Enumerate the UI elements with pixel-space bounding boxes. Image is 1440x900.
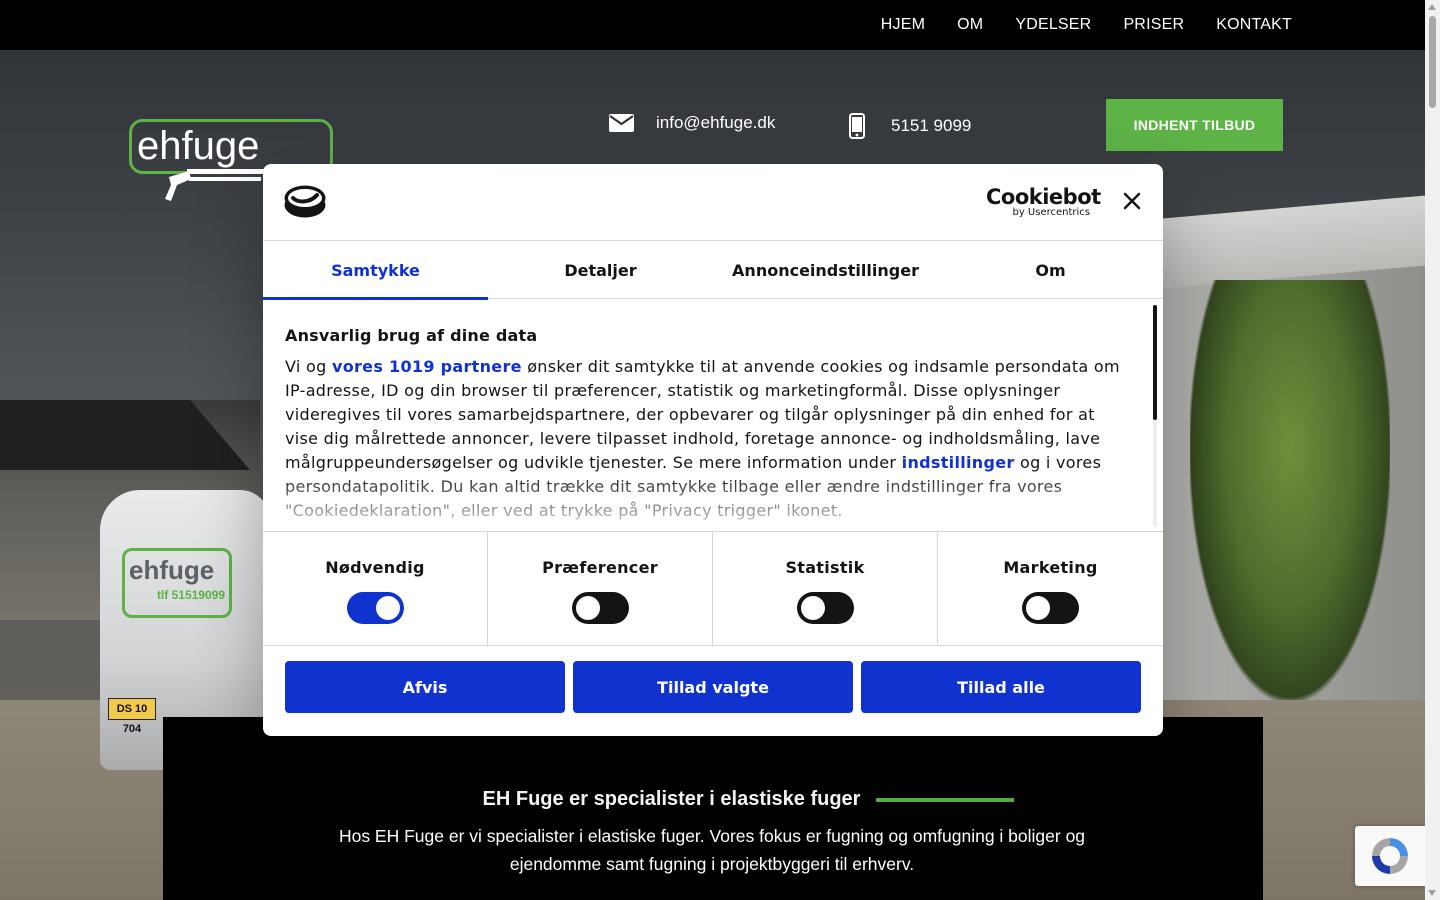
- van-license-plate: DS 10 704: [108, 698, 156, 735]
- toggle-group-statistik: Statistik: [713, 532, 938, 645]
- toggle-label-nodvendig: Nødvendig: [325, 558, 425, 577]
- top-navbar: HJEM OM YDELSER PRISER KONTAKT: [0, 0, 1425, 50]
- toggle-group-marketing: Marketing: [938, 532, 1163, 645]
- nav-item-kontakt[interactable]: KONTAKT: [1216, 16, 1292, 34]
- nav-item-priser[interactable]: PRISER: [1123, 16, 1184, 34]
- info-text: Hos EH Fuge er vi specialister i elastis…: [338, 826, 1086, 874]
- cookiebot-brand[interactable]: Cookiebot by Usercentrics: [986, 185, 1101, 218]
- toggle-label-marketing: Marketing: [1003, 558, 1098, 577]
- cookie-dialog-header: Cookiebot by Usercentrics: [263, 164, 1163, 241]
- cookiebot-brand-name: Cookiebot: [986, 185, 1101, 209]
- toggle-praeferencer[interactable]: [571, 592, 629, 624]
- partners-link[interactable]: vores 1019 partnere: [332, 357, 522, 376]
- van-logo: ehfuge tlf 51519099: [122, 548, 232, 618]
- scroll-down-arrow[interactable]: [1428, 890, 1436, 896]
- envelope-icon: [609, 114, 634, 132]
- nav-item-hjem[interactable]: HJEM: [881, 16, 925, 34]
- cookie-body-part-1: Vi og: [285, 357, 332, 376]
- cookie-category-toggles: Nødvendig Præferencer Statistik Marketin…: [263, 531, 1163, 646]
- recaptcha-badge[interactable]: [1355, 826, 1425, 886]
- phone-text: 5151 9099: [891, 116, 972, 135]
- nav-item-om[interactable]: OM: [957, 16, 983, 34]
- tab-om[interactable]: Om: [938, 241, 1163, 299]
- email-text: info@ehfuge.dk: [656, 113, 776, 132]
- text-fade-overlay: [263, 471, 1143, 531]
- toggle-label-statistik: Statistik: [785, 558, 865, 577]
- toggle-group-praeferencer: Præferencer: [488, 532, 713, 645]
- toggle-nodvendig[interactable]: [346, 592, 404, 624]
- cookie-heading: Ansvarlig brug af dine data: [285, 326, 538, 345]
- contact-email[interactable]: info@ehfuge.dk: [609, 113, 775, 133]
- cookie-text-scrollbar[interactable]: [1153, 305, 1157, 527]
- house-roof: [0, 400, 250, 470]
- cookie-tabs: Samtykke Detaljer Annonceindstillinger O…: [263, 241, 1163, 300]
- logo-text: ehfuge: [137, 124, 259, 168]
- toggle-knob: [1026, 596, 1050, 620]
- cookie-description: Ansvarlig brug af dine data Vi og vores …: [263, 300, 1163, 531]
- scroll-up-arrow[interactable]: [1428, 4, 1436, 10]
- scroll-thumb[interactable]: [1429, 16, 1436, 108]
- info-title: EH Fuge er specialister i elastiske fuge…: [482, 788, 861, 810]
- tab-detaljer[interactable]: Detaljer: [488, 241, 713, 299]
- cookie-action-buttons: Afvis Tillad valgte Tillad alle: [285, 661, 1141, 713]
- cookie-brand-logo-icon: [284, 185, 326, 218]
- reject-button[interactable]: Afvis: [285, 661, 565, 713]
- toggle-label-praeferencer: Præferencer: [542, 558, 658, 577]
- allow-selected-button[interactable]: Tillad valgte: [573, 661, 853, 713]
- tab-annonceindstillinger[interactable]: Annonceindstillinger: [713, 241, 938, 299]
- tree-background: [1190, 280, 1390, 700]
- toggle-group-nodvendig: Nødvendig: [263, 532, 488, 645]
- settings-link[interactable]: indstillinger: [902, 453, 1015, 472]
- main-nav: HJEM OM YDELSER PRISER KONTAKT: [881, 0, 1292, 50]
- van-logo-text: ehfuge: [129, 555, 215, 585]
- nav-item-ydelser[interactable]: YDELSER: [1015, 16, 1091, 34]
- contact-phone[interactable]: 5151 9099: [849, 113, 971, 139]
- close-icon[interactable]: [1121, 190, 1143, 212]
- info-title-row: EH Fuge er specialister i elastiske fuge…: [0, 788, 1425, 811]
- toggle-knob: [575, 596, 600, 620]
- page-scrollbar[interactable]: [1425, 0, 1440, 900]
- van-phone-text: tlf 51519099: [156, 588, 225, 602]
- title-divider: [876, 797, 1015, 802]
- toggle-marketing[interactable]: [1022, 592, 1079, 624]
- phone-icon: [849, 113, 865, 139]
- toggle-knob: [375, 596, 400, 620]
- toggle-statistik[interactable]: [796, 592, 854, 624]
- toggle-knob: [800, 596, 825, 620]
- request-quote-button[interactable]: INDHENT TILBUD: [1106, 99, 1283, 151]
- recaptcha-icon: [1372, 838, 1408, 874]
- cookie-consent-dialog: Cookiebot by Usercentrics Samtykke Detal…: [263, 164, 1163, 736]
- allow-all-button[interactable]: Tillad alle: [861, 661, 1141, 713]
- tab-samtykke[interactable]: Samtykke: [263, 241, 488, 300]
- cookie-text-scroll-thumb[interactable]: [1153, 305, 1157, 420]
